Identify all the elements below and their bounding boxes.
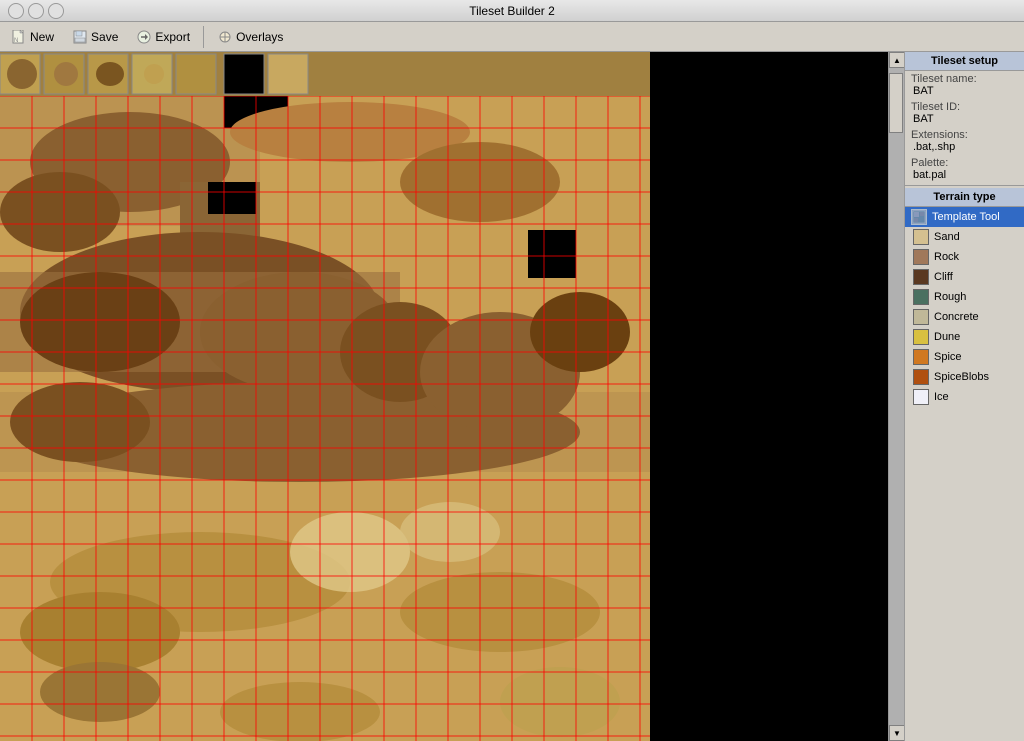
minimize-button[interactable] bbox=[28, 3, 44, 19]
terrain-label-cliff: Cliff bbox=[934, 271, 953, 283]
overlays-button[interactable]: Overlays bbox=[210, 25, 290, 49]
palette-value: bat.pal bbox=[911, 169, 1018, 181]
terrain-label-ice: Ice bbox=[934, 391, 949, 403]
palette-label: Palette: bbox=[911, 157, 1018, 169]
terrain-label-dune: Dune bbox=[934, 331, 960, 343]
export-label: Export bbox=[155, 30, 190, 44]
tileset-name-value: BAT bbox=[911, 85, 1018, 97]
extensions-label: Extensions: bbox=[911, 129, 1018, 141]
save-icon bbox=[72, 29, 88, 45]
save-label: Save bbox=[91, 30, 118, 44]
tiles-container[interactable] bbox=[0, 52, 650, 741]
overlays-icon bbox=[217, 29, 233, 45]
export-button[interactable]: Export bbox=[129, 25, 197, 49]
window-title: Tileset Builder 2 bbox=[64, 4, 960, 18]
right-panel: Tileset setup Tileset name: BAT Tileset … bbox=[904, 52, 1024, 741]
toolbar-separator bbox=[203, 26, 204, 48]
terrain-item-cliff[interactable]: Cliff bbox=[905, 267, 1024, 287]
tileset-id-value: BAT bbox=[911, 113, 1018, 125]
terrain-swatch-ice bbox=[913, 389, 929, 405]
scroll-up-button[interactable]: ▲ bbox=[889, 52, 904, 68]
maximize-button[interactable] bbox=[48, 3, 64, 19]
export-icon bbox=[136, 29, 152, 45]
tileset-id-label: Tileset ID: bbox=[911, 101, 1018, 113]
terrain-swatch-spice bbox=[913, 349, 929, 365]
terrain-swatch-cliff bbox=[913, 269, 929, 285]
new-icon: N bbox=[11, 29, 27, 45]
scrollbar-track[interactable] bbox=[889, 68, 904, 725]
terrain-item-rough[interactable]: Rough bbox=[905, 287, 1024, 307]
title-bar: Tileset Builder 2 bbox=[0, 0, 1024, 22]
template-tool-label: Template Tool bbox=[932, 211, 1000, 223]
setup-section-title: Tileset setup bbox=[905, 52, 1024, 71]
terrain-swatch-rough bbox=[913, 289, 929, 305]
palette-field: Palette: bat.pal bbox=[905, 155, 1024, 183]
close-button[interactable] bbox=[8, 3, 24, 19]
terrain-label-sand: Sand bbox=[934, 231, 960, 243]
terrain-item-dune[interactable]: Dune bbox=[905, 327, 1024, 347]
template-tool-item[interactable]: Template Tool bbox=[905, 207, 1024, 227]
terrain-label-rock: Rock bbox=[934, 251, 959, 263]
save-button[interactable]: Save bbox=[65, 25, 125, 49]
extensions-field: Extensions: .bat,.shp bbox=[905, 127, 1024, 155]
terrain-swatch-spiceblobs bbox=[913, 369, 929, 385]
main-layout: ▲ ▼ Tileset setup Tileset name: BAT Tile… bbox=[0, 52, 1024, 741]
vertical-scrollbar[interactable]: ▲ ▼ bbox=[888, 52, 904, 741]
terrain-swatch-dune bbox=[913, 329, 929, 345]
template-tool-icon bbox=[911, 209, 927, 225]
terrain-item-ice[interactable]: Ice bbox=[905, 387, 1024, 407]
terrain-label-concrete: Concrete bbox=[934, 311, 979, 323]
scrollbar-thumb[interactable] bbox=[889, 73, 903, 133]
tileset-name-label: Tileset name: bbox=[911, 73, 1018, 85]
terrain-label-spice: Spice bbox=[934, 351, 962, 363]
svg-text:N: N bbox=[14, 38, 18, 44]
terrain-item-spice[interactable]: Spice bbox=[905, 347, 1024, 367]
scroll-down-button[interactable]: ▼ bbox=[889, 725, 904, 741]
title-bar-left-controls[interactable] bbox=[8, 3, 64, 19]
extensions-value: .bat,.shp bbox=[911, 141, 1018, 153]
terrain-type-title: Terrain type bbox=[905, 188, 1024, 207]
terrain-swatch-sand bbox=[913, 229, 929, 245]
terrain-swatch-rock bbox=[913, 249, 929, 265]
new-label: New bbox=[30, 30, 54, 44]
terrain-swatch-concrete bbox=[913, 309, 929, 325]
terrain-label-rough: Rough bbox=[934, 291, 966, 303]
terrain-item-sand[interactable]: Sand bbox=[905, 227, 1024, 247]
panel-divider-1 bbox=[905, 185, 1024, 186]
terrain-item-concrete[interactable]: Concrete bbox=[905, 307, 1024, 327]
tileset-id-field: Tileset ID: BAT bbox=[905, 99, 1024, 127]
canvas-area[interactable]: ▲ ▼ bbox=[0, 52, 904, 741]
toolbar: N New Save Export Overlays bbox=[0, 22, 1024, 52]
terrain-list: Sand Rock Cliff Rough Concrete Dune Spice Spice… bbox=[905, 227, 1024, 407]
overlays-label: Overlays bbox=[236, 30, 283, 44]
tileset-name-field: Tileset name: BAT bbox=[905, 71, 1024, 99]
terrain-item-spiceblobs[interactable]: SpiceBlobs bbox=[905, 367, 1024, 387]
terrain-item-rock[interactable]: Rock bbox=[905, 247, 1024, 267]
terrain-label-spiceblobs: SpiceBlobs bbox=[934, 371, 989, 383]
tileset-svg bbox=[0, 52, 650, 741]
new-button[interactable]: N New bbox=[4, 25, 61, 49]
